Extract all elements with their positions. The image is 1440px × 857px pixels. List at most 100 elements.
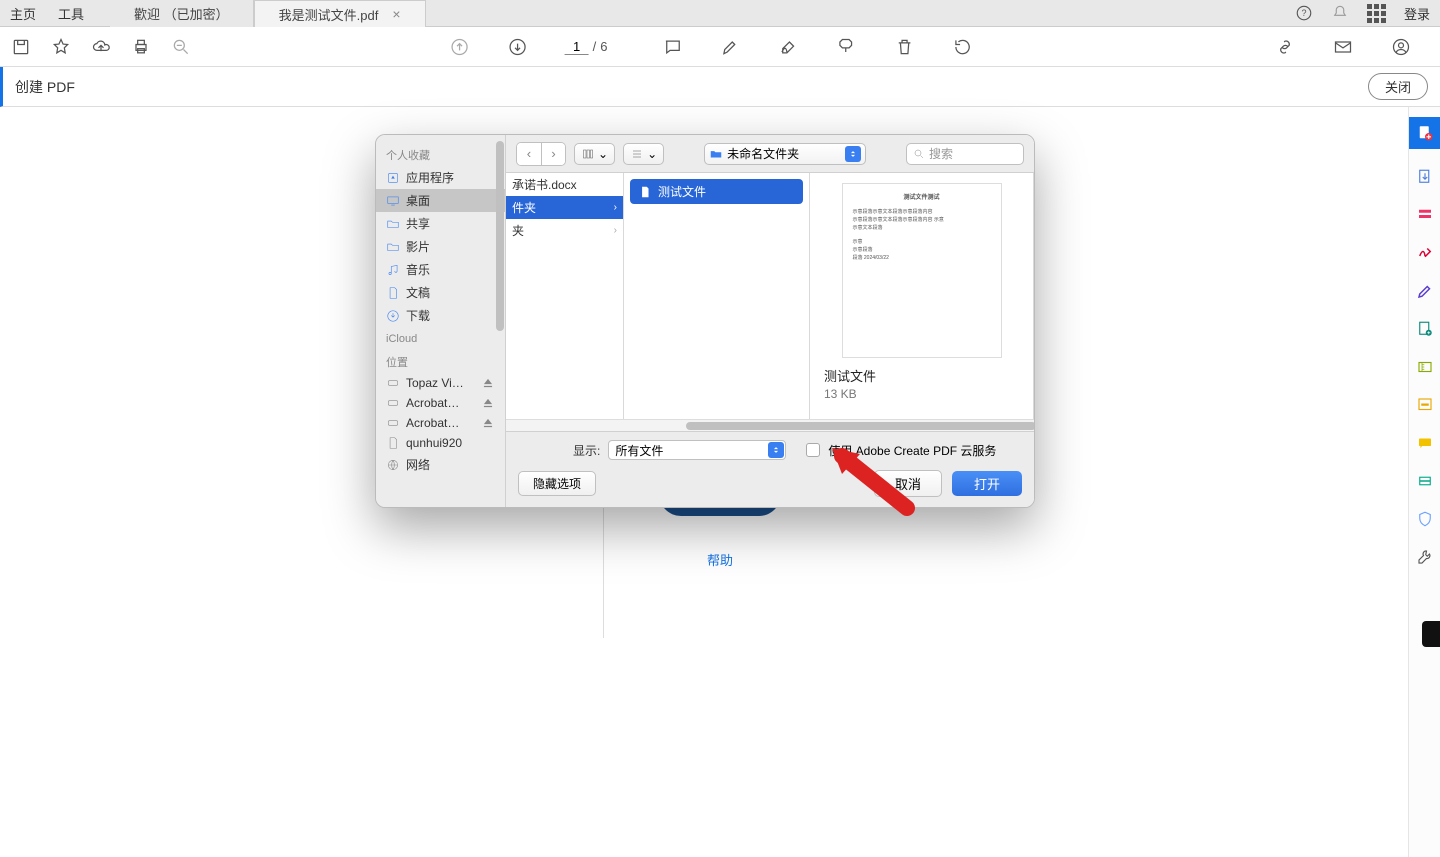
sidebar-item-movies[interactable]: 影片 [376,235,505,258]
rail-edit-icon[interactable] [1415,205,1435,225]
page-current-input[interactable] [565,39,589,55]
nav-forward-button[interactable]: › [541,143,565,165]
page-indicator: / 6 [565,39,608,55]
comment-icon[interactable] [661,36,683,58]
account-icon[interactable] [1390,36,1412,58]
show-label: 显示: [573,442,600,459]
file-open-dialog: 个人收藏 应用程序 桌面 共享 影片 音乐 文稿 下载 iCloud 位置 To… [375,134,1035,508]
menu-home[interactable]: 主页 [10,4,36,23]
cancel-button[interactable]: 取消 [874,470,942,497]
right-rail [1408,107,1440,857]
group-mode[interactable]: ⌄ [623,143,664,165]
cloud-upload-icon[interactable] [90,36,112,58]
cloud-service-checkbox[interactable] [806,443,820,457]
tab-welcome[interactable]: 歡迎 （已加密） [110,0,254,27]
eject-icon[interactable] [481,396,495,410]
sign-icon[interactable] [777,36,799,58]
close-button[interactable]: 关闭 [1368,73,1428,100]
print-icon[interactable] [130,36,152,58]
rail-more-tools-icon[interactable] [1415,547,1435,567]
tab-current-file[interactable]: 我是测试文件.pdf× [254,0,426,27]
rail-protect-icon[interactable] [1415,509,1435,529]
link-icon[interactable] [1274,36,1296,58]
file-item[interactable]: 承诺书.docx [506,173,623,196]
menu-tools[interactable]: 工具 [58,4,84,23]
sidebar-item-label: 应用程序 [406,169,454,186]
view-mode-columns[interactable]: ⌄ [574,143,615,165]
preview-thumbnail: 测试文件测试 示意段落示意文本段落示意段落内容 示意段落示意文本段落示意段落内容… [842,183,1002,358]
rotate-icon[interactable] [951,36,973,58]
help-link[interactable]: 帮助 [659,550,781,569]
preview-line: 示意文本段落 [853,224,991,232]
horizontal-scrollbar[interactable] [506,419,1034,431]
file-item-label: 承诺书.docx [512,176,577,193]
sidebar-header-favorites: 个人收藏 [376,141,505,166]
dialog-footer: 显示: 所有文件 使用 Adobe Create PDF 云服务 隐藏选项 取消… [506,431,1034,507]
toolbar: / 6 [0,27,1440,67]
close-tab-icon[interactable]: × [392,6,400,22]
apps-icon[interactable] [1367,4,1386,23]
bell-icon[interactable] [1331,4,1349,22]
sidebar-item-disk-acrobat2[interactable]: Acrobat… [376,413,505,433]
dialog-toolbar: ‹ › ⌄ ⌄ 未命名文件夹 搜索 [506,135,1034,173]
hide-options-button[interactable]: 隐藏选项 [518,471,596,496]
eject-icon[interactable] [481,376,495,390]
column-2[interactable]: 测试文件 [624,173,810,431]
dialog-main: ‹ › ⌄ ⌄ 未命名文件夹 搜索 承诺书.do [506,135,1034,507]
file-item[interactable]: 件夹› [506,196,623,219]
rail-fill-sign-icon[interactable] [1415,281,1435,301]
download-page-icon[interactable] [507,36,529,58]
sidebar-item-music[interactable]: 音乐 [376,258,505,281]
subheader-title: 创建 PDF [15,77,75,97]
sidebar-item-qunhui[interactable]: qunhui920 [376,433,505,453]
stamp-icon[interactable] [835,36,857,58]
sidebar-item-label: Acrobat… [406,416,459,430]
path-dropdown[interactable]: 未命名文件夹 [704,143,866,165]
show-filter-select[interactable]: 所有文件 [608,440,786,460]
file-item[interactable]: 夹› [506,219,623,242]
sidebar-item-label: 下载 [406,307,430,324]
floating-tab[interactable] [1422,621,1440,647]
trash-icon[interactable] [893,36,915,58]
column-1[interactable]: 承诺书.docx 件夹› 夹› [506,173,624,431]
upload-page-icon[interactable] [449,36,471,58]
sidebar-item-disk-acrobat1[interactable]: Acrobat… [376,393,505,413]
highlight-icon[interactable] [719,36,741,58]
zoom-out-icon[interactable] [170,36,192,58]
rail-organize-icon[interactable] [1415,319,1435,339]
path-label: 未命名文件夹 [727,145,799,162]
rail-comment-icon[interactable] [1415,433,1435,453]
sidebar-item-documents[interactable]: 文稿 [376,281,505,304]
nav-back-button[interactable]: ‹ [517,143,541,165]
mail-icon[interactable] [1332,36,1354,58]
sidebar-item-downloads[interactable]: 下载 [376,304,505,327]
rail-export-icon[interactable] [1415,167,1435,187]
open-button[interactable]: 打开 [952,471,1022,496]
rail-signature-icon[interactable] [1415,243,1435,263]
sidebar-item-shared[interactable]: 共享 [376,212,505,235]
sidebar-item-network[interactable]: 网络 [376,453,505,476]
login-link[interactable]: 登录 [1404,4,1430,23]
rail-redact-icon[interactable] [1415,395,1435,415]
save-icon[interactable] [10,36,32,58]
sidebar-item-applications[interactable]: 应用程序 [376,166,505,189]
eject-icon[interactable] [481,416,495,430]
rail-create-pdf-icon[interactable] [1409,117,1440,149]
search-input[interactable]: 搜索 [906,143,1024,165]
sidebar-item-desktop[interactable]: 桌面 [376,189,505,212]
sidebar-item-disk-topaz[interactable]: Topaz Vi… [376,373,505,393]
file-item-label: 测试文件 [658,183,706,200]
sidebar-item-label: qunhui920 [406,436,462,450]
rail-compress-icon[interactable] [1415,357,1435,377]
preview-filesize: 13 KB [824,387,1023,401]
sidebar-scrollbar[interactable] [496,141,504,331]
column-browser: 承诺书.docx 件夹› 夹› 测试文件 测试文件测试 示意段落示意文本段落示意… [506,173,1034,431]
disk-icon [386,416,400,430]
star-icon[interactable] [50,36,72,58]
help-icon[interactable]: ? [1295,4,1313,22]
preview-title: 测试文件测试 [853,194,991,204]
rail-scan-icon[interactable] [1415,471,1435,491]
file-item-selected[interactable]: 测试文件 [630,179,803,204]
subheader: 创建 PDF 关闭 [0,67,1440,107]
sidebar-item-label: 桌面 [406,192,430,209]
